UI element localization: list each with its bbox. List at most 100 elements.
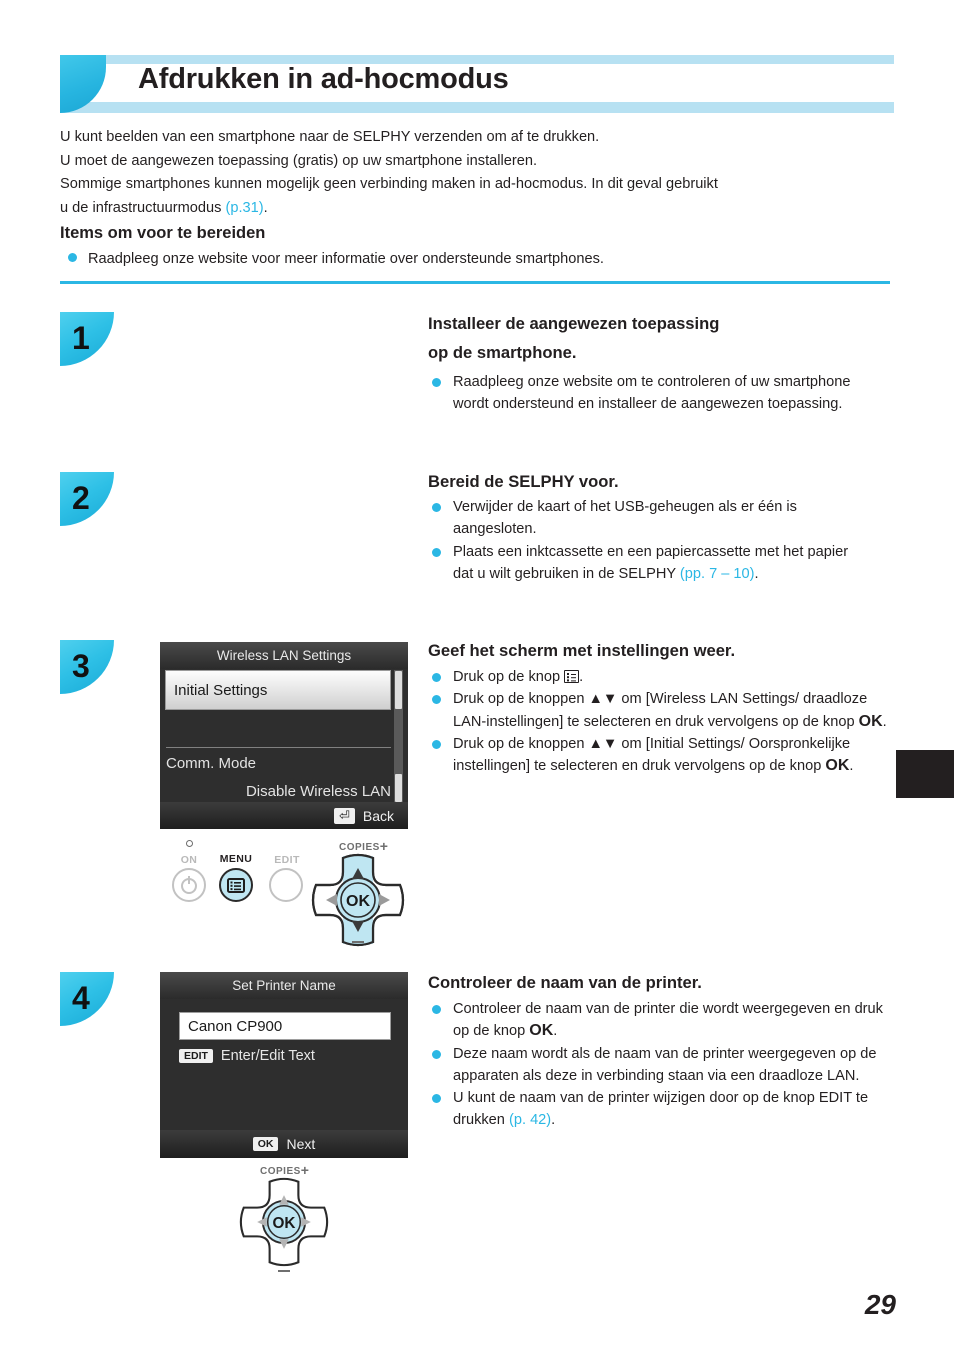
lcd-set-printer-name: Set Printer Name Canon CP900 EDIT Enter/E… [160, 972, 408, 1158]
bullet-dot-icon [432, 1005, 441, 1014]
ok-key-label: OK [529, 1022, 554, 1040]
page-header: Afdrukken in ad-hocmodus [60, 55, 894, 113]
lcd-footer-bar: OK Next [160, 1130, 408, 1158]
intro-line-4: u de infrastructuurmodus (p.31). [60, 197, 890, 221]
intro-paragraph: U kunt beelden van een smartphone naar d… [60, 126, 890, 220]
ok-key-label: OK [858, 712, 883, 730]
step-4-bullet-1-pre: Controleer de naam van de printer die wo… [453, 1001, 883, 1040]
step-2-title-line-1: Bereid de SELPHY voor. [428, 472, 619, 491]
list-item: Druk op de knoppen ▲▼ om [Initial Settin… [432, 733, 890, 778]
step-4-title-line-1: Controleer de naam van de printer. [428, 973, 702, 992]
intro-line-2: U moet de aangewezen toepassing (gratis)… [60, 152, 537, 169]
menu-label: MENU [219, 853, 253, 865]
list-item: Verwijder de kaart of het USB-geheugen a… [432, 496, 872, 541]
lcd-menu-item-comm-mode[interactable]: Comm. Mode [166, 750, 391, 776]
page-reference-link[interactable]: (p. 42) [509, 1112, 551, 1128]
page-number: 29 [864, 1289, 896, 1320]
header-band-bottom [60, 102, 894, 113]
step-4-bullet-3-text: U kunt de naam van de printer wijzigen d… [453, 1087, 890, 1132]
dpad-control-small[interactable]: OK [238, 1176, 330, 1268]
copies-minus-icon [278, 1270, 290, 1273]
intro-line-1: U kunt beelden van een smartphone naar d… [60, 129, 600, 145]
bullet-dot-icon [432, 1094, 441, 1104]
step-3-bullets: Druk op de knop . Druk op de knoppen ▲▼ … [432, 666, 890, 777]
lcd-comm-mode-value-row: Disable Wireless LAN [166, 778, 391, 804]
step-2-bullet-2-text: Plaats een inktcassette en een papiercas… [453, 541, 872, 586]
step-3-title-line-1: Geef het scherm met instellingen weer. [428, 641, 736, 660]
list-item: Druk op de knop . [432, 666, 890, 688]
step-1-bullet-1-text: Raadpleeg onze website om te controleren… [453, 374, 851, 413]
lcd-footer-label: Next [286, 1136, 316, 1152]
step-3-bullet-2-text: Druk op de knoppen ▲▼ om [Wireless LAN S… [453, 688, 890, 733]
intro-line-3: Sommige smartphones kunnen mogelijk geen… [60, 176, 718, 192]
dpad-control[interactable]: OK [310, 852, 406, 948]
page-reference-link[interactable]: (pp. 7 – 10) [680, 566, 755, 582]
printer-button-panel-diagram: ON MENU EDIT OK COPIES+ [165, 836, 405, 948]
list-item: Raadpleeg onze website om te controleren… [432, 371, 852, 416]
bullet-dot-icon [432, 739, 441, 749]
lcd-scrollbar-thumb[interactable] [395, 671, 402, 709]
step-1-bullets: Raadpleeg onze website om te controleren… [432, 371, 852, 416]
step-3-bullet-1-post: . [579, 669, 584, 685]
ok-key-icon: OK [252, 1137, 279, 1151]
bullet-dot-icon [68, 253, 77, 262]
copies-label: COPIES+ [339, 838, 388, 854]
svg-text:OK: OK [346, 893, 370, 910]
intro-line-4-period: . [263, 199, 268, 216]
page-reference-link[interactable]: (p.31) [225, 200, 263, 216]
step-2-bullets: Verwijder de kaart of het USB-geheugen a… [432, 496, 872, 585]
step-4-bullets: Controleer de naam van de printer die wo… [432, 998, 890, 1132]
step-3-title: Geef het scherm met instellingen weer. [428, 636, 888, 665]
edit-button[interactable] [269, 868, 303, 902]
dpad-diagram-small: COPIES+ OK [238, 1162, 334, 1274]
lcd-scrollbar-thumb-2[interactable] [395, 774, 402, 802]
svg-text:OK: OK [273, 1215, 296, 1232]
lcd-menu-item-initial-settings[interactable]: Initial Settings [165, 670, 391, 710]
lcd-separator [166, 747, 391, 748]
intro-line-4-text: u de infrastructuurmodus [60, 199, 226, 216]
menu-button[interactable] [219, 868, 253, 902]
step-2-bullet-1-text: Verwijder de kaart of het USB-geheugen a… [453, 499, 797, 538]
menu-icon [564, 670, 580, 683]
copies-text: COPIES [339, 842, 380, 853]
step-badge-2: 2 [60, 472, 114, 526]
copies-plus-icon: + [379, 838, 389, 854]
step-badge-1: 1 [60, 312, 114, 366]
list-item: Druk op de knoppen ▲▼ om [Wireless LAN S… [432, 688, 890, 733]
step-4-title: Controleer de naam van de printer. [428, 968, 888, 997]
bullet-dot-icon [432, 547, 441, 557]
on-label: ON [180, 854, 198, 866]
ok-key-label: OK [825, 757, 850, 775]
bullet-dot-icon [432, 503, 441, 512]
power-button[interactable] [172, 868, 206, 902]
lcd-footer-bar: ⏎ Back [160, 802, 408, 829]
menu-icon [227, 878, 245, 893]
step-3-bullet-3-post: . [849, 758, 854, 775]
step-3-bullet-2-post: . [882, 713, 887, 730]
prepare-heading: Items om voor te bereiden [60, 224, 266, 242]
bullet-dot-icon [432, 673, 441, 682]
edit-key-icon: EDIT [179, 1049, 213, 1063]
bullet-dot-icon [432, 1049, 441, 1059]
step-3-bullet-2-pre: Druk op de knoppen ▲▼ om [Wireless LAN S… [453, 691, 868, 730]
lcd-wireless-lan-settings: Wireless LAN Settings Initial Settings C… [160, 642, 408, 829]
lcd-comm-mode-value: Disable Wireless LAN [245, 782, 391, 800]
step-4-bullet-3-post: . [551, 1112, 556, 1129]
lcd-footer-label: Back [362, 807, 394, 824]
power-lamp-icon [186, 840, 193, 847]
list-item: Plaats een inktcassette en een papiercas… [432, 541, 872, 586]
step-4-bullet-1-text: Controleer de naam van de printer die wo… [453, 998, 890, 1043]
printer-name-field[interactable]: Canon CP900 [179, 1012, 391, 1040]
step-1-title-line-2: op de smartphone. [428, 343, 577, 362]
lcd-menu-item-label: Initial Settings [174, 681, 268, 699]
section-divider [60, 281, 890, 284]
list-item: Controleer de naam van de printer die wo… [432, 998, 890, 1043]
bullet-dot-icon [432, 695, 441, 705]
list-item: U kunt de naam van de printer wijzigen d… [432, 1087, 890, 1132]
step-2-bullet-2-post: . [754, 565, 759, 582]
edit-text-label: Enter/Edit Text [220, 1048, 315, 1064]
step-4-bullet-2-text: Deze naam wordt als de naam van de print… [453, 1045, 877, 1084]
lcd-comm-mode-label: Comm. Mode [166, 754, 257, 772]
edit-text-hint[interactable]: EDIT Enter/Edit Text [179, 1046, 391, 1066]
step-4-bullet-1-post: . [553, 1023, 558, 1040]
